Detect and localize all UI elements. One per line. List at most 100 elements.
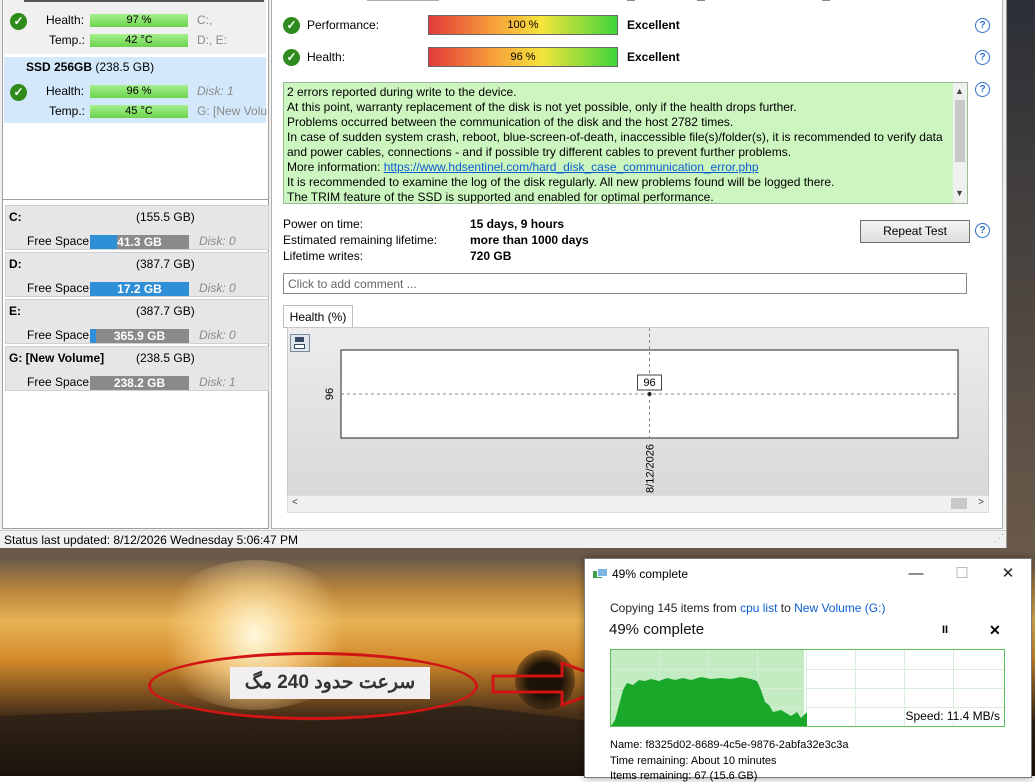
- chart-horizontal-scrollbar[interactable]: < >: [287, 495, 989, 513]
- resize-grip-icon[interactable]: ⋰: [994, 530, 1004, 548]
- partition-card[interactable]: D: (387.7 GB) Free Space 17.2 GB Disk: 0: [5, 252, 269, 297]
- tab-health-chart[interactable]: Health (%): [283, 305, 353, 328]
- power-on-value: 15 days, 9 hours: [470, 217, 565, 231]
- time-label: Time remaining:: [610, 755, 689, 767]
- help-icon[interactable]: ?: [975, 82, 990, 97]
- disk-details-panel: ✓ Performance: 100 % Excellent ? ✓ Healt…: [271, 0, 1003, 529]
- free-space-bar: 238.2 GB: [90, 376, 189, 390]
- truncated-disk-title: [24, 0, 264, 2]
- writes-value: 720 GB: [470, 249, 512, 263]
- health-label: Health:: [307, 50, 346, 64]
- temp-label: Temp.:: [49, 33, 86, 47]
- health-label: Health:: [46, 13, 85, 27]
- message-line: The TRIM feature of the SSD is supported…: [287, 190, 714, 204]
- partition-letter: C:: [9, 210, 22, 224]
- partition-letter: D:: [9, 257, 22, 271]
- message-line: Problems occurred between the communicat…: [287, 115, 734, 129]
- free-space-label: Free Space: [27, 375, 90, 389]
- minimize-button[interactable]: —: [893, 559, 939, 589]
- help-icon[interactable]: ?: [975, 223, 990, 238]
- scroll-down-icon[interactable]: ▼: [955, 186, 964, 201]
- health-ok-icon: ✓: [283, 49, 300, 66]
- free-space-bar: 41.3 GB: [90, 235, 189, 249]
- partition-size: (387.7 GB): [136, 304, 195, 318]
- status-text: Status last updated: 8/12/2026 Wednesday…: [4, 533, 298, 547]
- free-space-value: 41.3 GB: [117, 235, 162, 249]
- divider: [3, 199, 268, 200]
- temp-label: Temp.:: [49, 104, 86, 118]
- disk-number: Disk: 1: [197, 84, 234, 98]
- message-line: At this point, warranty replacement of t…: [287, 100, 797, 114]
- message-line: It is recommended to examine the log of …: [287, 175, 835, 189]
- performance-ok-icon: ✓: [283, 17, 300, 34]
- close-button[interactable]: ✕: [985, 559, 1031, 589]
- scroll-right-icon[interactable]: >: [978, 497, 984, 508]
- more-info-link[interactable]: https://www.hdsentinel.com/hard_disk_cas…: [384, 160, 759, 174]
- health-bar: 96 %: [428, 47, 618, 67]
- partition-letter: G: [New Volume]: [9, 351, 105, 365]
- writes-label: Lifetime writes:: [283, 249, 364, 263]
- temp-partitions: D:, E:: [197, 33, 228, 47]
- temp-bar: 45 °C: [90, 105, 188, 118]
- repeat-test-button[interactable]: Repeat Test: [860, 220, 970, 243]
- name-label: Name:: [610, 739, 643, 751]
- scroll-thumb[interactable]: [955, 100, 965, 162]
- scroll-up-icon[interactable]: ▲: [955, 84, 964, 99]
- partition-card[interactable]: G: [New Volume] (238.5 GB) Free Space 238.2…: [5, 346, 269, 391]
- help-icon[interactable]: ?: [975, 18, 990, 33]
- free-space-label: Free Space: [27, 234, 90, 248]
- copy-to-word: to: [777, 601, 795, 615]
- free-space-label: Free Space: [27, 328, 90, 342]
- items-row: Items remaining: 67 (15.6 GB): [610, 770, 757, 782]
- cancel-button[interactable]: ✕: [989, 622, 1001, 639]
- health-messages-box[interactable]: 2 errors reported during write to the de…: [283, 82, 968, 204]
- dialog-title: 49% complete: [612, 567, 689, 581]
- comment-input[interactable]: Click to add comment ...: [283, 273, 967, 294]
- lifetime-value: more than 1000 days: [470, 233, 589, 247]
- performance-rating: Excellent: [627, 18, 680, 32]
- disk-list-panel: ✓ Health: 97 % C:, Temp.: 42 °C D:, E: S…: [2, 0, 269, 529]
- partition-disk: Disk: 0: [199, 234, 236, 248]
- health-label: Health:: [46, 84, 85, 98]
- time-row: Time remaining: About 10 minutes: [610, 755, 777, 767]
- disk-size: (238.5 GB): [95, 60, 155, 74]
- source-link[interactable]: cpu list: [740, 601, 777, 615]
- lifetime-label: Estimated remaining lifetime:: [283, 233, 438, 247]
- scroll-thumb[interactable]: [951, 498, 967, 509]
- progress-heading: 49% complete: [609, 621, 705, 638]
- partition-size: (238.5 GB): [136, 351, 195, 365]
- power-on-label: Power on time:: [283, 217, 364, 231]
- maximize-button[interactable]: ☐: [939, 559, 985, 589]
- dialog-titlebar[interactable]: 49% complete — ☐ ✕: [585, 559, 1031, 589]
- partition-card[interactable]: C: (155.5 GB) Free Space 41.3 GB Disk: 0: [5, 205, 269, 250]
- partition-disk: Disk: 0: [199, 281, 236, 295]
- truncated-tab-strip: [352, 0, 872, 4]
- partition-card[interactable]: E: (387.7 GB) Free Space 365.9 GB Disk: 0: [5, 299, 269, 344]
- message-line: 2 errors reported during write to the de…: [287, 85, 517, 99]
- pause-button[interactable]: II: [942, 624, 948, 636]
- y-tick-label: 96: [324, 388, 336, 400]
- speed-readout: Speed: 11.4 MB/s: [905, 709, 1000, 723]
- disk-name: SSD 256GB: [26, 60, 93, 74]
- items-label: Items remaining:: [610, 770, 692, 782]
- data-label: 96: [643, 377, 655, 389]
- disk-card-selected[interactable]: SSD 256GB (238.5 GB) ✓ Health: 96 % Disk…: [4, 57, 267, 123]
- message-scrollbar[interactable]: ▲ ▼: [953, 83, 967, 203]
- help-icon[interactable]: ?: [975, 50, 990, 65]
- health-partitions: C:,: [197, 13, 213, 27]
- scroll-left-icon[interactable]: <: [292, 497, 298, 508]
- free-space-fill: [90, 329, 96, 343]
- name-value: f8325d02-8689-4c5e-9876-2abfa32e3c3a: [645, 739, 849, 751]
- free-space-fill: [90, 235, 117, 249]
- items-value: 67 (15.6 GB): [694, 770, 758, 782]
- health-chart: 96 96 8/12/2026: [324, 328, 959, 493]
- partition-letter: E:: [9, 304, 21, 318]
- partition-disk: Disk: 0: [199, 328, 236, 342]
- destination-link[interactable]: New Volume (G:): [794, 601, 885, 615]
- performance-label: Performance:: [307, 18, 380, 32]
- save-chart-icon[interactable]: [290, 334, 310, 352]
- copy-folder-icon: [593, 568, 608, 579]
- disk-card-top[interactable]: ✓ Health: 97 % C:, Temp.: 42 °C D:, E:: [4, 0, 266, 54]
- health-bar: 97 %: [90, 14, 188, 27]
- temp-bar: 42 °C: [90, 34, 188, 47]
